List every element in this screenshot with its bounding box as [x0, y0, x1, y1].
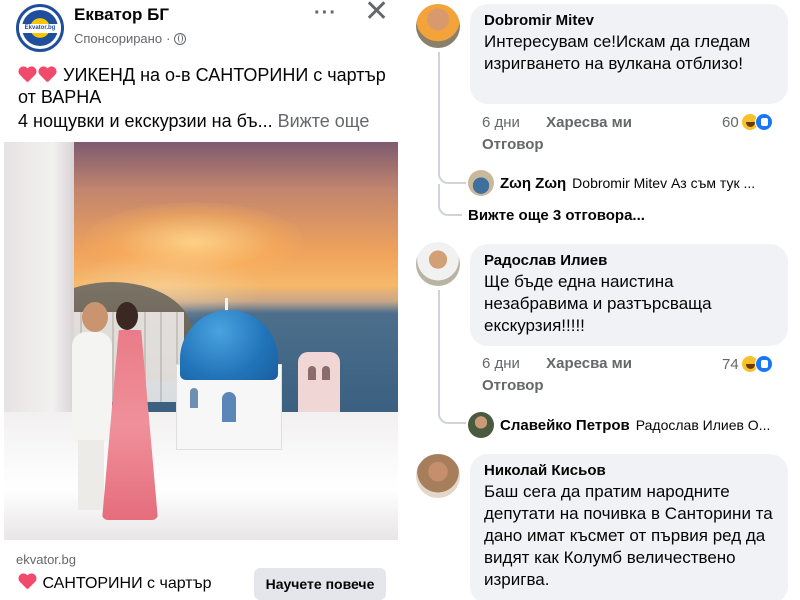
thread-line — [438, 184, 462, 216]
pink-dress — [102, 330, 158, 520]
reply-snippet: Dobromir Mitev Аз съм тук ... — [572, 175, 756, 191]
like-emoji-icon — [754, 355, 773, 373]
reply-preview[interactable]: Славейко Петров Радослав Илиев О... — [468, 412, 770, 438]
post-body-text: 4 нощувки и екскурзии на бъ... — [18, 111, 273, 131]
link-domain[interactable]: ekvator.bg — [16, 552, 76, 567]
comment-text: Интересувам се!Искам да гледам изригване… — [484, 32, 751, 73]
heart-icon — [38, 67, 56, 83]
thread-line — [438, 290, 466, 424]
dot-separator: · — [166, 31, 171, 46]
page-logo[interactable]: Ekvator.bg — [16, 4, 64, 52]
comment-bubble: Николай Кисьов Баш сега да пратим народн… — [470, 454, 788, 600]
heart-icon — [18, 574, 36, 590]
woman-head — [116, 302, 138, 330]
like-link[interactable]: Харесва ми — [546, 355, 632, 372]
comment-author[interactable]: Радослав Илиев — [484, 252, 774, 269]
thread-line — [438, 52, 466, 184]
avatar[interactable] — [416, 4, 460, 48]
reply-preview[interactable]: Ζωη Ζωη Dobromir Mitev Аз съм тук ... — [468, 170, 755, 196]
reply-link[interactable]: Отговор — [482, 136, 544, 153]
like-link[interactable]: Харесва ми — [546, 114, 632, 131]
see-more-link[interactable]: Вижте още — [278, 111, 370, 131]
globe-icon — [174, 32, 187, 45]
comment-actions: 6 дни Харесва ми — [482, 114, 632, 131]
comment-time[interactable]: 6 дни — [482, 114, 520, 131]
reaction-number: 60 — [722, 113, 739, 131]
reply-author: Славейко Петров — [500, 416, 630, 434]
like-emoji-icon — [754, 113, 773, 131]
man-trousers — [78, 440, 104, 510]
avatar[interactable] — [416, 454, 460, 498]
view-more-replies-link[interactable]: Вижте още 3 отговора... — [468, 207, 645, 224]
comment-bubble: Dobromir Mitev Интересувам се!Искам да г… — [470, 4, 788, 104]
comment-text: Баш сега да пратим народните депутати на… — [484, 482, 773, 589]
link-title-text: САНТОРИНИ с чартър — [42, 575, 212, 592]
more-options-icon[interactable]: ··· — [314, 2, 337, 25]
reaction-number: 74 — [722, 355, 739, 373]
reply-link[interactable]: Отговор — [482, 377, 544, 394]
reaction-count[interactable]: 74 — [722, 355, 773, 373]
comment-bubble: Радослав Илиев Ще бъде една наистина нез… — [470, 244, 788, 346]
sponsored-post: Ekvator.bg Екватор БГ Спонсорирано · ···… — [0, 0, 400, 600]
church-window — [190, 388, 198, 408]
comment-author[interactable]: Dobromir Mitev — [484, 12, 774, 29]
reply-link-row: Отговор — [482, 136, 544, 153]
comment-actions: 6 дни Харесва ми — [482, 355, 632, 372]
avatar — [468, 412, 494, 438]
heart-icon — [18, 67, 36, 83]
sponsored-text: Спонсорирано — [74, 31, 163, 46]
comment-author[interactable]: Николай Кисьов — [484, 462, 774, 479]
page-name[interactable]: Екватор БГ — [74, 5, 169, 25]
comments-panel: Dobromir Mitev Интересувам се!Искам да г… — [408, 0, 800, 600]
reaction-count[interactable]: 60 — [722, 113, 773, 131]
comment-text: Ще бъде една наистина незабравима и разт… — [484, 272, 712, 335]
bell-arch — [322, 366, 330, 380]
avatar[interactable] — [416, 242, 460, 286]
bell-tower — [298, 352, 340, 412]
logo-text: Ekvator.bg — [19, 24, 61, 33]
learn-more-button[interactable]: Научете повече — [254, 568, 386, 600]
comment-time[interactable]: 6 дни — [482, 355, 520, 372]
bell-arch — [308, 366, 316, 380]
reply-snippet: Радослав Илиев О... — [635, 417, 771, 433]
woman-figure — [102, 302, 160, 522]
reply-author: Ζωη Ζωη — [500, 174, 567, 192]
close-icon[interactable]: ✕ — [364, 0, 389, 27]
avatar — [468, 170, 494, 196]
post-headline: УИКЕНД на о-в САНТОРИНИ с чартър от ВАРН… — [18, 65, 386, 107]
post-text-line1: УИКЕНД на о-в САНТОРИНИ с чартър от ВАРН… — [18, 64, 388, 108]
reply-link-row: Отговор — [482, 377, 544, 394]
link-title[interactable]: САНТОРИНИ с чартър — [18, 574, 212, 593]
post-photo[interactable] — [4, 142, 398, 540]
post-text-line2: 4 нощувки и екскурзии на бъ... Вижте още — [18, 111, 369, 132]
church-door — [222, 392, 236, 422]
sponsored-label: Спонсорирано · — [74, 31, 187, 46]
